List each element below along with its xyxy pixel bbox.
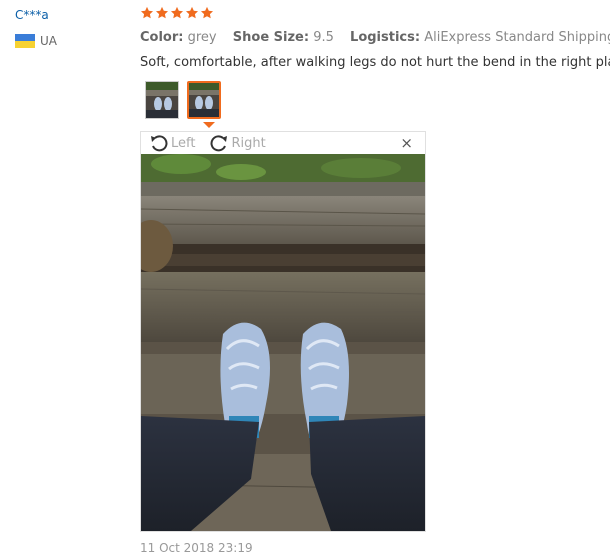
logistics-value: AliExpress Standard Shipping xyxy=(424,30,610,45)
ukraine-flag-icon xyxy=(15,34,35,48)
star-icon xyxy=(200,6,214,19)
reviewer-country: UA xyxy=(15,34,57,48)
photo-viewer: Left Right × xyxy=(140,131,426,532)
rotate-left-label: Left xyxy=(171,135,196,151)
color-value: grey xyxy=(187,30,217,45)
logistics-label: Logistics: xyxy=(350,30,421,45)
country-code: UA xyxy=(40,34,57,48)
rotate-right-label: Right xyxy=(231,135,266,151)
rotate-right-icon xyxy=(211,135,228,152)
star-icon xyxy=(140,6,154,19)
star-icon xyxy=(170,6,184,19)
review-date: 11 Oct 2018 23:19 xyxy=(140,541,253,555)
review-photo-image xyxy=(141,154,425,531)
photo-thumbnails xyxy=(145,81,229,119)
star-icon xyxy=(155,6,169,19)
rotate-right-button[interactable]: Right xyxy=(209,134,266,152)
size-label: Shoe Size: xyxy=(232,30,310,45)
close-icon[interactable]: × xyxy=(400,134,413,152)
color-label: Color: xyxy=(140,30,184,45)
size-value: 9.5 xyxy=(313,30,334,45)
rotate-left-button[interactable]: Left xyxy=(149,134,195,152)
review-text: Soft, comfortable, after walking legs do… xyxy=(140,55,610,70)
product-attributes: Color: grey Shoe Size: 9.5 Logistics: Al… xyxy=(140,30,610,45)
photo-thumbnail[interactable] xyxy=(145,81,179,119)
star-icon xyxy=(185,6,199,19)
selected-thumbnail-pointer xyxy=(203,122,215,128)
photo-thumbnail-selected[interactable] xyxy=(187,81,221,119)
rotate-left-icon xyxy=(151,135,168,152)
star-rating xyxy=(140,6,215,20)
viewer-toolbar: Left Right × xyxy=(141,132,425,154)
review-photo xyxy=(141,154,425,531)
reviewer-name: C***a xyxy=(15,8,49,22)
